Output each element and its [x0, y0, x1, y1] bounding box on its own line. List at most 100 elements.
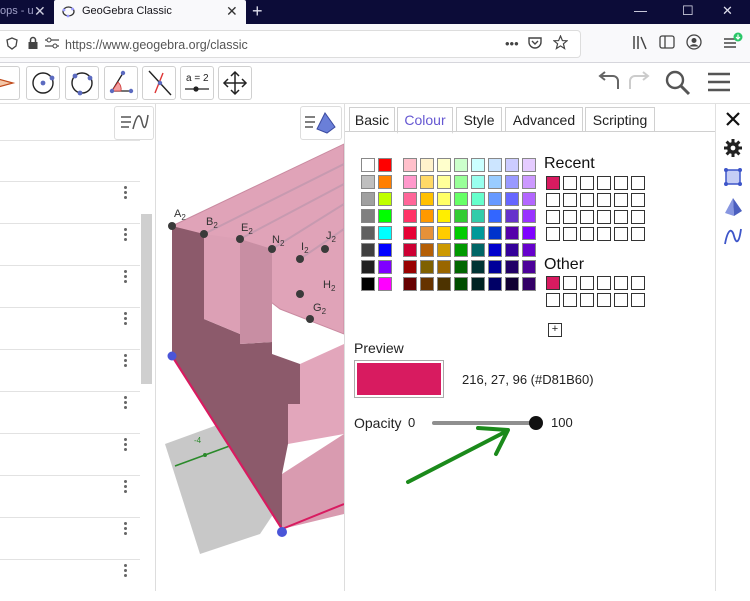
palette-swatch[interactable]: [471, 277, 485, 291]
more-options-icon[interactable]: [124, 270, 128, 284]
palette-swatch[interactable]: [437, 175, 451, 189]
recent-colour-slot[interactable]: [546, 193, 560, 207]
palette-swatch[interactable]: [437, 277, 451, 291]
recent-colour-slot[interactable]: [614, 227, 628, 241]
recent-colour-slot[interactable]: [614, 210, 628, 224]
palette-swatch[interactable]: [437, 226, 451, 240]
recent-colour-slot[interactable]: [580, 210, 594, 224]
recent-colour-slot[interactable]: [631, 176, 645, 190]
gray-swatch[interactable]: [361, 277, 375, 291]
graphics-style-icon[interactable]: [722, 166, 744, 188]
redo-icon[interactable]: [624, 69, 654, 95]
palette-swatch[interactable]: [505, 158, 519, 172]
tab-colour[interactable]: Colour: [397, 107, 453, 134]
palette-swatch[interactable]: [522, 277, 536, 291]
gray-swatch[interactable]: [361, 226, 375, 240]
circle-center-point-tool[interactable]: [26, 66, 60, 100]
more-options-icon[interactable]: [124, 396, 128, 410]
gray-swatch[interactable]: [361, 260, 375, 274]
recent-colour-slot[interactable]: [546, 210, 560, 224]
move-graphics-view-tool[interactable]: [218, 66, 252, 100]
palette-swatch[interactable]: [403, 175, 417, 189]
more-options-icon[interactable]: [124, 228, 128, 242]
algebra-row[interactable]: [0, 433, 140, 475]
tab-style[interactable]: Style: [456, 107, 502, 132]
recent-colour-slot[interactable]: [580, 227, 594, 241]
close-tab-icon[interactable]: ✕: [34, 3, 46, 20]
palette-swatch[interactable]: [488, 226, 502, 240]
more-options-icon[interactable]: [124, 480, 128, 494]
palette-swatch[interactable]: [454, 192, 468, 206]
algebra-row[interactable]: [0, 181, 140, 223]
algebra-row[interactable]: [0, 475, 140, 517]
palette-swatch[interactable]: [454, 158, 468, 172]
algebra-scrollbar[interactable]: [141, 214, 152, 384]
recent-colour-slot[interactable]: [614, 176, 628, 190]
account-icon[interactable]: [686, 34, 702, 50]
palette-swatch[interactable]: [403, 226, 417, 240]
gray-swatch[interactable]: [361, 243, 375, 257]
graphics-style-button[interactable]: [300, 106, 342, 140]
palette-swatch[interactable]: [488, 175, 502, 189]
palette-swatch[interactable]: [505, 209, 519, 223]
algebra-row[interactable]: [0, 349, 140, 391]
bright-swatch[interactable]: [378, 277, 392, 291]
other-colour-slot[interactable]: [546, 276, 560, 290]
palette-swatch[interactable]: [403, 209, 417, 223]
gray-swatch[interactable]: [361, 158, 375, 172]
other-colour-slot[interactable]: [580, 276, 594, 290]
palette-swatch[interactable]: [522, 209, 536, 223]
palette-swatch[interactable]: [505, 260, 519, 274]
opacity-slider-thumb[interactable]: [529, 416, 543, 430]
algebra-row[interactable]: [0, 559, 140, 601]
palette-swatch[interactable]: [420, 209, 434, 223]
palette-swatch[interactable]: [471, 226, 485, 240]
algebra-view[interactable]: [0, 104, 156, 591]
more-options-icon[interactable]: [124, 564, 128, 578]
polygon-tool[interactable]: [0, 66, 20, 100]
palette-swatch[interactable]: [437, 192, 451, 206]
gray-swatch[interactable]: [361, 192, 375, 206]
bright-swatch[interactable]: [378, 192, 392, 206]
recent-colour-slot[interactable]: [631, 227, 645, 241]
perpendicular-line-tool[interactable]: [142, 66, 176, 100]
tab-basic[interactable]: Basic: [349, 107, 395, 132]
recent-colour-slot[interactable]: [563, 176, 577, 190]
palette-swatch[interactable]: [522, 158, 536, 172]
palette-swatch[interactable]: [522, 175, 536, 189]
recent-colour-slot[interactable]: [563, 193, 577, 207]
app-menu-icon[interactable]: [722, 32, 744, 52]
recent-colour-slot[interactable]: [580, 176, 594, 190]
algebra-style-button[interactable]: [114, 106, 154, 140]
recent-colour-slot[interactable]: [563, 227, 577, 241]
tab-scripting[interactable]: Scripting: [585, 107, 655, 132]
gray-swatch[interactable]: [361, 209, 375, 223]
palette-swatch[interactable]: [522, 192, 536, 206]
palette-swatch[interactable]: [471, 243, 485, 257]
palette-swatch[interactable]: [454, 226, 468, 240]
palette-swatch[interactable]: [505, 175, 519, 189]
palette-swatch[interactable]: [437, 260, 451, 274]
menu-icon[interactable]: [706, 71, 732, 93]
other-colour-slot[interactable]: [631, 276, 645, 290]
more-options-icon[interactable]: [124, 438, 128, 452]
tab-advanced[interactable]: Advanced: [505, 107, 583, 132]
palette-swatch[interactable]: [403, 192, 417, 206]
palette-swatch[interactable]: [488, 192, 502, 206]
palette-swatch[interactable]: [471, 192, 485, 206]
palette-swatch[interactable]: [454, 209, 468, 223]
palette-swatch[interactable]: [420, 175, 434, 189]
palette-swatch[interactable]: [420, 243, 434, 257]
palette-swatch[interactable]: [403, 158, 417, 172]
palette-swatch[interactable]: [471, 260, 485, 274]
palette-swatch[interactable]: [488, 260, 502, 274]
recent-colour-slot[interactable]: [546, 227, 560, 241]
palette-swatch[interactable]: [420, 260, 434, 274]
add-custom-colour-button[interactable]: +: [548, 323, 562, 337]
recent-colour-slot[interactable]: [546, 176, 560, 190]
search-icon[interactable]: [664, 69, 692, 97]
palette-swatch[interactable]: [522, 226, 536, 240]
palette-swatch[interactable]: [488, 209, 502, 223]
algebra-row[interactable]: [0, 140, 140, 182]
gear-icon[interactable]: [722, 137, 744, 159]
